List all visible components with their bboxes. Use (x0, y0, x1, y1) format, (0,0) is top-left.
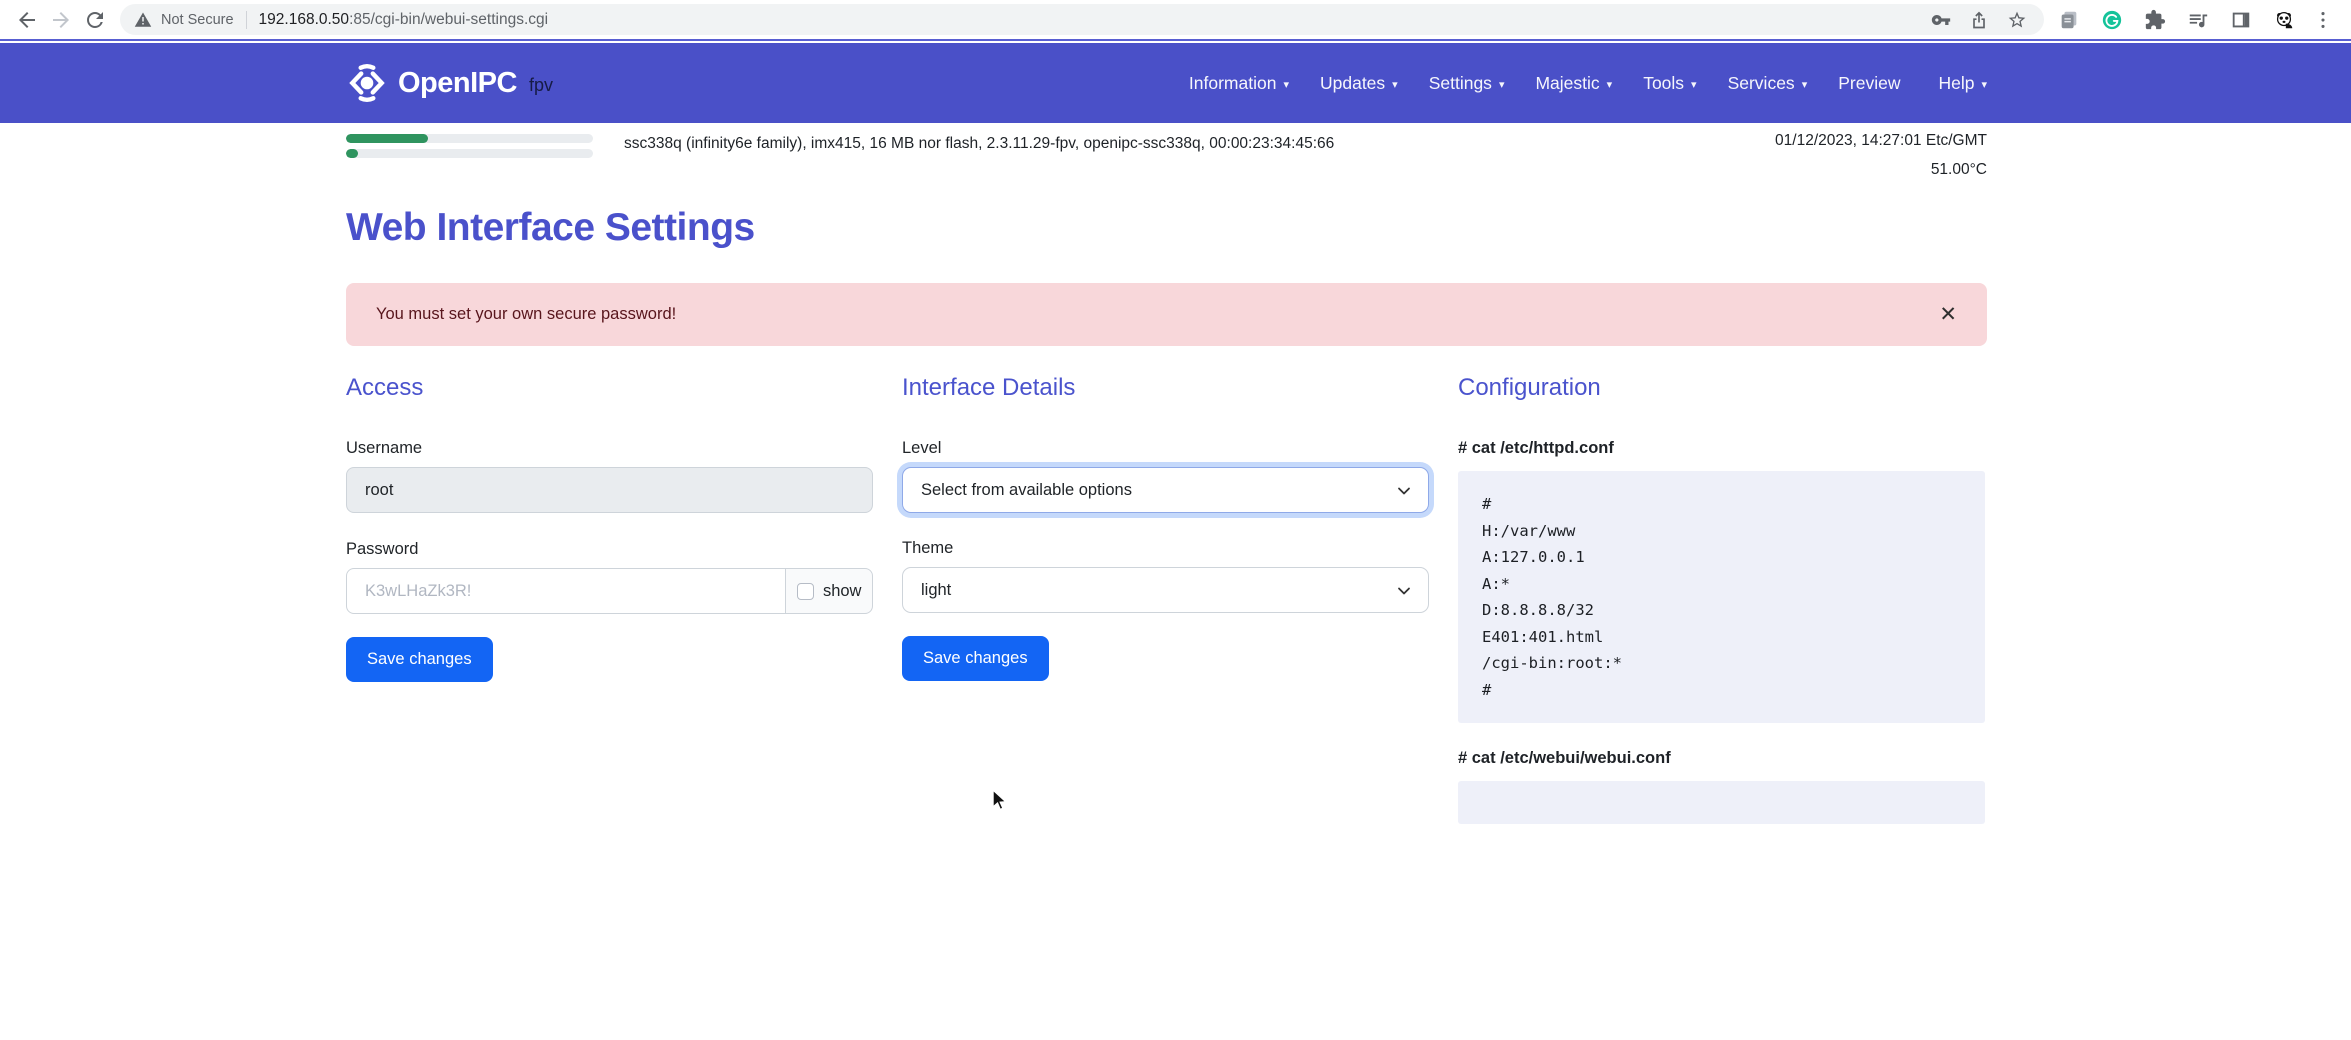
chevron-down-icon: ▾ (1283, 78, 1289, 91)
datetime: 01/12/2023, 14:27:01 Etc/GMT (1775, 132, 1987, 150)
save-interface-button[interactable]: Save changes (902, 636, 1049, 681)
security-badge[interactable]: Not Secure (134, 11, 234, 29)
divider (246, 11, 247, 29)
chevron-down-icon (1395, 582, 1413, 600)
close-icon[interactable]: ✕ (1939, 304, 1957, 325)
level-label: Level (902, 439, 1429, 458)
openipc-logo[interactable]: OpenIPC fpv (346, 62, 553, 104)
theme-label: Theme (902, 539, 1429, 558)
extensions-row (2056, 7, 2297, 33)
panda-icon[interactable] (2271, 7, 2297, 33)
openipc-logo-icon (346, 62, 388, 104)
access-heading: Access (346, 374, 873, 402)
show-password-group: show (786, 568, 873, 614)
chevron-down-icon (1395, 482, 1413, 500)
interface-heading: Interface Details (902, 374, 1429, 402)
forward-icon[interactable] (44, 3, 78, 37)
nav-menu-item[interactable]: Majestic ▾ (1535, 73, 1612, 94)
progress-bar-1 (346, 134, 593, 143)
nav-item-label: Preview (1838, 73, 1900, 94)
level-select-value: Select from available options (921, 481, 1132, 500)
temperature: 51.00°C (1775, 161, 1987, 179)
username-label: Username (346, 439, 873, 458)
password-field[interactable] (346, 568, 786, 614)
progress-bar-2 (346, 149, 593, 158)
username-field[interactable] (346, 467, 873, 513)
back-icon[interactable] (10, 3, 44, 37)
nav-item-label: Information (1189, 73, 1277, 94)
save-access-button[interactable]: Save changes (346, 637, 493, 682)
nav-item-label: Help (1938, 73, 1974, 94)
alert-text: You must set your own secure password! (376, 305, 676, 324)
nav-menu-item[interactable]: Services ▾ (1728, 73, 1808, 94)
chevron-down-icon: ▾ (1802, 78, 1808, 91)
system-gauges (346, 132, 593, 164)
nav-menu-item[interactable]: Information ▾ (1189, 73, 1289, 94)
key-icon[interactable] (1928, 7, 1954, 33)
notes-icon[interactable] (2056, 7, 2082, 33)
nav-menu-item[interactable]: Settings ▾ (1429, 73, 1505, 94)
chevron-down-icon: ▾ (1392, 78, 1398, 91)
reload-icon[interactable] (78, 3, 112, 37)
interface-section: Interface Details Level Select from avai… (902, 374, 1429, 824)
chevron-down-icon: ▾ (1691, 78, 1697, 91)
browser-toolbar: Not Secure 192.168.0.50:85/cgi-bin/webui… (0, 0, 2351, 41)
access-section: Access Username Password show Save chang… (346, 374, 873, 824)
nav-menu: Information ▾ Updates ▾ Settings ▾ Majes… (1189, 73, 1987, 94)
httpd-conf-heading: # cat /etc/httpd.conf (1458, 439, 1985, 458)
brand-name: OpenIPC (398, 67, 517, 100)
page-title: Web Interface Settings (346, 206, 1987, 250)
nav-menu-item[interactable]: Preview (1838, 73, 1907, 94)
configuration-section: Configuration # cat /etc/httpd.conf # H:… (1458, 374, 1985, 824)
url-text: 192.168.0.50:85/cgi-bin/webui-settings.c… (259, 11, 549, 29)
bookmark-star-icon[interactable] (2004, 7, 2030, 33)
password-label: Password (346, 540, 873, 559)
chevron-down-icon: ▾ (1607, 78, 1613, 91)
level-select[interactable]: Select from available options (902, 467, 1429, 513)
show-password-checkbox[interactable] (797, 583, 814, 600)
grammarly-icon[interactable] (2099, 7, 2125, 33)
theme-select-value: light (921, 581, 951, 600)
nav-menu-item[interactable]: Tools ▾ (1643, 73, 1696, 94)
theme-select[interactable]: light (902, 567, 1429, 613)
nav-menu-item[interactable]: Help ▾ (1938, 73, 1987, 94)
webui-conf-content (1458, 781, 1985, 824)
puzzle-extensions-icon[interactable] (2142, 7, 2168, 33)
mouse-cursor (988, 788, 1012, 812)
security-label: Not Secure (161, 12, 234, 28)
nav-item-label: Updates (1320, 73, 1385, 94)
status-strip: ssc338q (infinity6e family), imx415, 16 … (346, 132, 1987, 179)
chevron-down-icon: ▾ (1981, 78, 1987, 91)
split-screen-icon[interactable] (2228, 7, 2254, 33)
kebab-menu-icon[interactable] (2309, 6, 2337, 34)
alert-banner: You must set your own secure password! ✕ (346, 283, 1987, 346)
brand-suffix: fpv (529, 75, 553, 96)
show-password-label: show (823, 582, 862, 601)
configuration-heading: Configuration (1458, 374, 1985, 402)
nav-item-label: Tools (1643, 73, 1684, 94)
nav-item-label: Settings (1429, 73, 1492, 94)
playlist-icon[interactable] (2185, 7, 2211, 33)
site-navbar: OpenIPC fpv Information ▾ Updates ▾ Sett… (0, 43, 2351, 123)
nav-item-label: Services (1728, 73, 1795, 94)
nav-item-label: Majestic (1535, 73, 1599, 94)
device-info: ssc338q (infinity6e family), imx415, 16 … (624, 132, 1775, 153)
chevron-down-icon: ▾ (1499, 78, 1505, 91)
nav-menu-item[interactable]: Updates ▾ (1320, 73, 1398, 94)
httpd-conf-content: # H:/var/www A:127.0.0.1 A:* D:8.8.8.8/3… (1458, 471, 1985, 723)
webui-conf-heading: # cat /etc/webui/webui.conf (1458, 749, 1985, 768)
address-bar[interactable]: Not Secure 192.168.0.50:85/cgi-bin/webui… (120, 4, 2044, 35)
share-icon[interactable] (1966, 7, 1992, 33)
warning-icon (134, 11, 152, 29)
openipc-settings-page: Not Secure 192.168.0.50:85/cgi-bin/webui… (0, 0, 2351, 1040)
